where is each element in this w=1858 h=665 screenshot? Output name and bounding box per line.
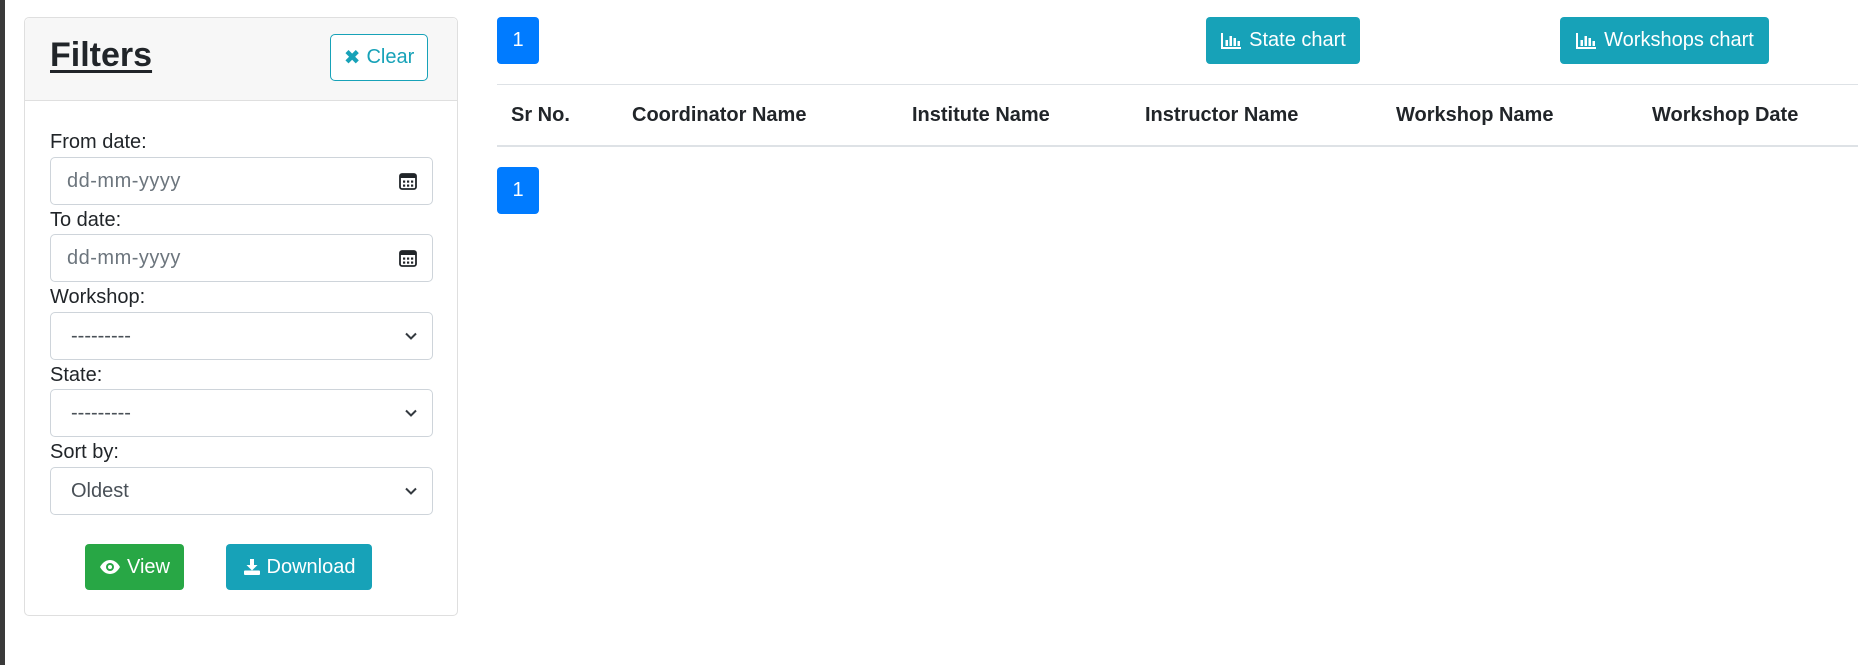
workshop-label: Workshop: — [50, 286, 146, 308]
header-coordinator-name: Coordinator Name — [632, 104, 807, 126]
download-icon — [243, 559, 260, 575]
download-button[interactable]: Download — [226, 544, 372, 590]
state-chart-button[interactable]: State chart — [1206, 17, 1360, 64]
header-institute-name: Institute Name — [912, 104, 1050, 126]
sort-by-select[interactable]: Oldest — [50, 467, 433, 515]
table-top-border — [497, 84, 1858, 85]
to-date-label: To date: — [50, 209, 122, 231]
workshops-chart-button[interactable]: Workshops chart — [1560, 17, 1769, 64]
view-button-label: View — [127, 555, 170, 578]
state-label: State: — [50, 364, 103, 386]
sort-by-label: Sort by: — [50, 441, 119, 463]
header-workshop-name: Workshop Name — [1396, 104, 1554, 126]
eye-icon — [100, 560, 120, 574]
download-button-label: Download — [266, 555, 356, 578]
calendar-icon[interactable] — [398, 248, 418, 268]
pagination-top-page-1[interactable]: 1 — [497, 17, 539, 64]
state-select-value: --------- — [71, 401, 131, 424]
filters-card: Filters ✖ Clear From date: dd-mm-yyyy To… — [24, 17, 458, 616]
filters-title: Filters — [50, 36, 153, 74]
workshop-select-value: --------- — [71, 324, 131, 347]
to-date-input[interactable]: dd-mm-yyyy — [50, 234, 433, 282]
bar-chart-icon — [1221, 32, 1242, 49]
workshops-chart-label: Workshops chart — [1604, 29, 1754, 51]
from-date-placeholder: dd-mm-yyyy — [67, 169, 181, 192]
pagination-bottom-page-1[interactable]: 1 — [497, 167, 539, 214]
from-date-input[interactable]: dd-mm-yyyy — [50, 157, 433, 205]
workshop-select[interactable]: --------- — [50, 312, 433, 360]
from-date-label: From date: — [50, 131, 147, 153]
table-header-bottom-border — [497, 145, 1858, 147]
sort-by-select-value: Oldest — [71, 479, 129, 502]
window-left-edge — [0, 0, 5, 665]
state-select[interactable]: --------- — [50, 389, 433, 437]
chevron-down-icon — [405, 409, 417, 417]
state-chart-label: State chart — [1249, 29, 1346, 51]
header-sr-no: Sr No. — [511, 104, 570, 126]
filters-card-header: Filters ✖ Clear — [25, 18, 457, 101]
to-date-placeholder: dd-mm-yyyy — [67, 246, 181, 269]
clear-button[interactable]: ✖ Clear — [330, 34, 428, 81]
header-workshop-date: Workshop Date — [1652, 104, 1799, 126]
view-button[interactable]: View — [85, 544, 184, 590]
clear-button-label: Clear — [366, 46, 415, 68]
chevron-down-icon — [405, 487, 417, 495]
calendar-icon[interactable] — [398, 171, 418, 191]
close-icon: ✖ — [343, 47, 361, 69]
bar-chart-icon — [1576, 32, 1597, 49]
header-instructor-name: Instructor Name — [1145, 104, 1299, 126]
chevron-down-icon — [405, 332, 417, 340]
